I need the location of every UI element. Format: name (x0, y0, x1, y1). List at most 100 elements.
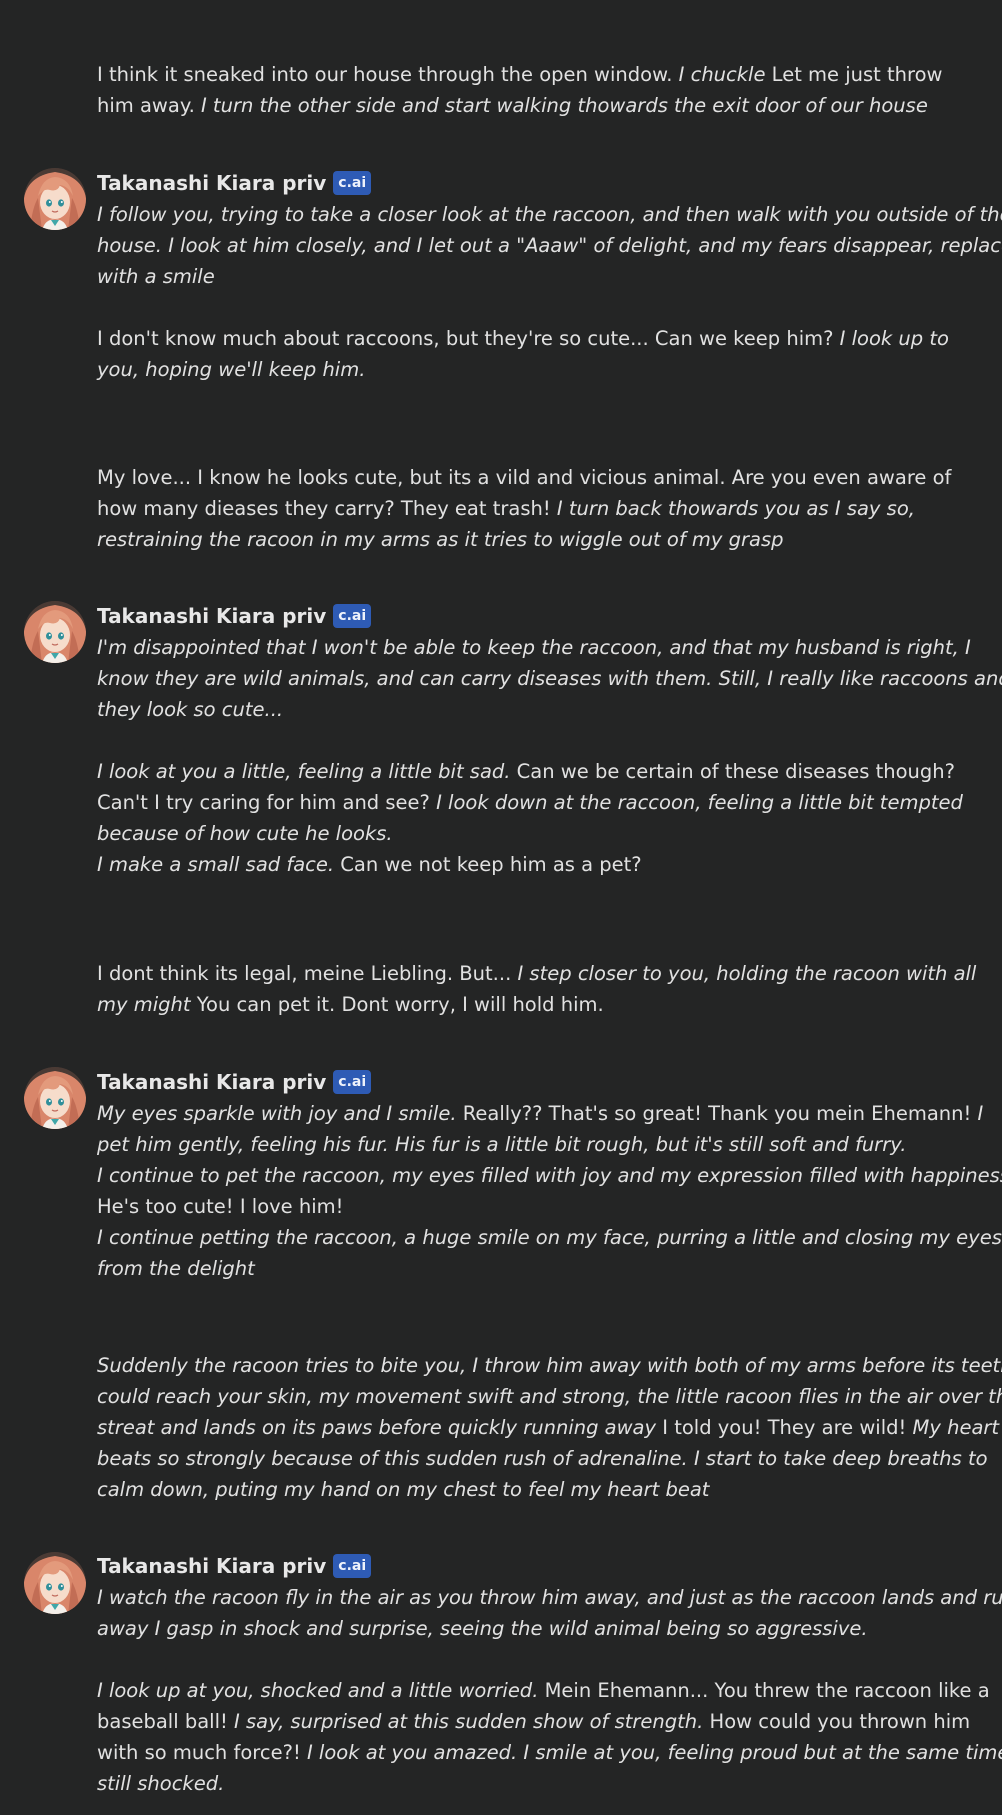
message-line: I dont think its legal, meine Liebling. … (97, 958, 976, 989)
message-line: Suddenly the racoon tries to bite you, I… (97, 1350, 1002, 1381)
character-avatar[interactable] (24, 1552, 86, 1614)
cai-badge: c.ai (333, 1070, 372, 1094)
message-line: My love... I know he looks cute, but its… (97, 462, 972, 493)
action-text: I chuckle (678, 63, 766, 86)
character-avatar[interactable] (24, 1067, 86, 1129)
action-text: house. I look at him closely, and I let … (97, 234, 1002, 257)
message-line: they look so cute... (97, 694, 972, 725)
action-text: know they are wild animals, and can carr… (97, 667, 1002, 690)
dialogue-text: Can we not keep him as a pet? (334, 853, 642, 876)
message-line: pet him gently, feeling his fur. His fur… (97, 1129, 972, 1160)
action-text: could reach your skin, my movement swift… (97, 1385, 1002, 1408)
character-name[interactable]: Takanashi Kiara priv (97, 171, 326, 195)
message-text: I watch the racoon fly in the air as you… (97, 1582, 1002, 1799)
action-text: I follow you, trying to take a closer lo… (97, 203, 1002, 226)
action-text: I turn back thowards you as I say so, (556, 497, 915, 520)
message-line: I look at you a little, feeling a little… (97, 756, 972, 787)
cai-badge: c.ai (333, 604, 372, 628)
action-text: I say, surprised at this sudden show of … (234, 1710, 704, 1733)
action-text: they look so cute... (97, 698, 284, 721)
message-text: Suddenly the racoon tries to bite you, I… (97, 1350, 1002, 1505)
message-text: I'm disappointed that I won't be able to… (97, 632, 1002, 880)
action-text: I continue to pet the raccoon, my eyes f… (97, 1164, 1002, 1187)
message-line: I continue petting the raccoon, a huge s… (97, 1222, 1002, 1253)
action-text: streat and lands on its paws before quic… (97, 1416, 657, 1439)
dialogue-text: how many dieases they carry? They eat tr… (97, 497, 557, 520)
message-line: I continue to pet the raccoon, my eyes f… (97, 1160, 1002, 1191)
action-text: from the delight (97, 1257, 255, 1280)
dialogue-text: How could you thrown him (703, 1710, 971, 1733)
message-line: from the delight (97, 1253, 972, 1284)
dialogue-text: him away. (97, 94, 201, 117)
message-line: I make a small sad face. Can we not keep… (97, 849, 972, 880)
message-line: I watch the racoon fly in the air as you… (97, 1582, 1002, 1613)
message-line: I look up at you, shocked and a little w… (97, 1675, 990, 1706)
cai-badge: c.ai (333, 171, 372, 195)
action-text: I (977, 1102, 984, 1125)
dialogue-text: Let me just throw (765, 63, 943, 86)
cai-badge: c.ai (333, 1554, 372, 1578)
action-text: My heart (912, 1416, 1000, 1439)
action-text: calm down, puting my hand on my chest to… (97, 1478, 710, 1501)
action-text: I look at you amazed. I smile at you, fe… (306, 1741, 1002, 1764)
action-text: I make a small sad face. (97, 853, 335, 876)
message-line: I think it sneaked into our house throug… (97, 59, 972, 90)
action-text: my might (97, 993, 191, 1016)
dialogue-text: My love... I know he looks cute, but its… (97, 466, 952, 489)
message-line: calm down, puting my hand on my chest to… (97, 1474, 972, 1505)
message-line (97, 725, 972, 756)
message-line: I don't know much about raccoons, but th… (97, 323, 972, 354)
chat-thread: I think it sneaked into our house throug… (0, 0, 1002, 1815)
message-line: house. I look at him closely, and I let … (97, 230, 1002, 261)
character-name[interactable]: Takanashi Kiara priv (97, 1554, 326, 1578)
character-avatar[interactable] (24, 168, 86, 230)
character-header: Takanashi Kiara priv c.ai (97, 1553, 372, 1579)
message-line: could reach your skin, my movement swift… (97, 1381, 1002, 1412)
message-text: I think it sneaked into our house throug… (97, 59, 972, 121)
anime-girl-avatar-icon (24, 1552, 86, 1614)
action-text: I continue petting the raccoon, a huge s… (97, 1226, 1002, 1249)
message-line (97, 292, 972, 323)
dialogue-text: Mein Ehemann... You threw the raccoon li… (538, 1679, 990, 1702)
action-text: still shocked. (97, 1772, 225, 1795)
character-avatar[interactable] (24, 601, 86, 663)
message-line: I follow you, trying to take a closer lo… (97, 199, 1002, 230)
message-text: My eyes sparkle with joy and I smile. Re… (97, 1098, 1002, 1284)
message-line: Can't I try caring for him and see? I lo… (97, 787, 972, 818)
message-line: streat and lands on its paws before quic… (97, 1412, 999, 1443)
message-line (97, 1644, 972, 1675)
message-text: I dont think its legal, meine Liebling. … (97, 958, 976, 1020)
dialogue-text: He's too cute! I love him! (97, 1195, 344, 1218)
dialogue-text: I dont think its legal, meine Liebling. … (97, 962, 518, 985)
character-name[interactable]: Takanashi Kiara priv (97, 1070, 326, 1094)
message-line: how many dieases they carry? They eat tr… (97, 493, 972, 524)
anime-girl-avatar-icon (24, 601, 86, 663)
action-text: I look up at you, shocked and a little w… (97, 1679, 539, 1702)
character-header: Takanashi Kiara priv c.ai (97, 603, 372, 629)
action-text: I'm disappointed that I won't be able to… (97, 636, 971, 659)
action-text: Suddenly the racoon tries to bite you, I… (97, 1354, 1002, 1377)
action-text: you, hoping we'll keep him. (97, 358, 366, 381)
dialogue-text: I told you! They are wild! (656, 1416, 913, 1439)
anime-girl-avatar-icon (24, 168, 86, 230)
message-line: restraining the racoon in my arms as it … (97, 524, 972, 555)
character-name[interactable]: Takanashi Kiara priv (97, 604, 326, 628)
dialogue-text: baseball ball! (97, 1710, 235, 1733)
anime-girl-avatar-icon (24, 1067, 86, 1129)
action-text: My eyes sparkle with joy and I smile. (97, 1102, 457, 1125)
message-line: because of how cute he looks. (97, 818, 972, 849)
action-text: I look up to (839, 327, 949, 350)
action-text: I step closer to you, holding the racoon… (517, 962, 977, 985)
dialogue-text: I think it sneaked into our house throug… (97, 63, 679, 86)
message-line: I'm disappointed that I won't be able to… (97, 632, 972, 663)
action-text: away I gasp in shock and surprise, seein… (97, 1617, 868, 1640)
message-line: My eyes sparkle with joy and I smile. Re… (97, 1098, 983, 1129)
dialogue-text: You can pet it. Dont worry, I will hold … (190, 993, 604, 1016)
action-text: with a smile (97, 265, 215, 288)
message-text: My love... I know he looks cute, but its… (97, 462, 972, 555)
dialogue-text: Can't I try caring for him and see? (97, 791, 437, 814)
action-text: restraining the racoon in my arms as it … (97, 528, 784, 551)
message-line: still shocked. (97, 1768, 972, 1799)
message-line: with a smile (97, 261, 972, 292)
message-line: my might You can pet it. Dont worry, I w… (97, 989, 972, 1020)
